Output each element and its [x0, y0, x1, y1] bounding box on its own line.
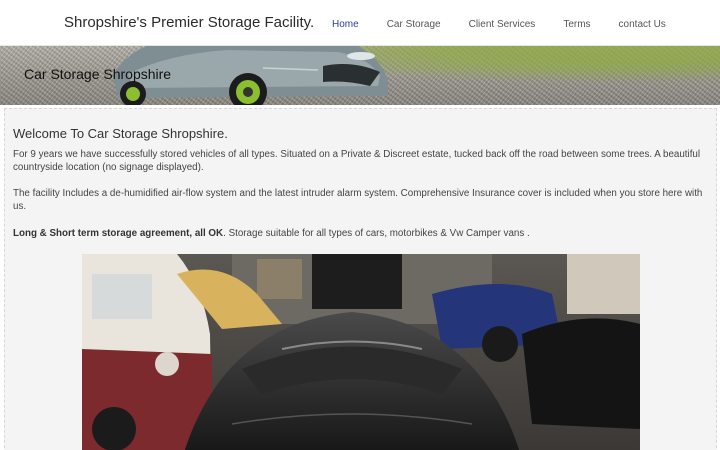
main-content: Welcome To Car Storage Shropshire. For 9… — [4, 108, 717, 450]
banner-title: Car Storage Shropshire — [24, 66, 172, 82]
hero-banner: Car Storage Shropshire — [0, 46, 720, 105]
main-nav: Home Car Storage Client Services Terms c… — [322, 19, 666, 30]
storage-paragraph: Long & Short term storage agreement, all… — [13, 227, 710, 240]
nav-client-services[interactable]: Client Services — [469, 19, 536, 30]
intro-paragraph: For 9 years we have successfully stored … — [13, 149, 701, 173]
facility-paragraph: The facility Includes a de-humidified ai… — [13, 188, 703, 212]
storage-agreement-bold: Long & Short term storage agreement, all… — [13, 228, 224, 239]
nav-home[interactable]: Home — [332, 19, 359, 30]
welcome-heading: Welcome To Car Storage Shropshire. — [13, 126, 228, 141]
nav-terms[interactable]: Terms — [563, 19, 590, 30]
site-header: Shropshire's Premier Storage Facility. H… — [0, 0, 720, 46]
storage-types-text: . Storage suitable for all types of cars… — [223, 228, 530, 239]
garage-photo — [82, 254, 640, 450]
nav-car-storage[interactable]: Car Storage — [387, 19, 441, 30]
site-title[interactable]: Shropshire's Premier Storage Facility. — [64, 14, 314, 31]
nav-contact-us[interactable]: contact Us — [619, 19, 666, 30]
garage-photo-graphic — [82, 254, 640, 450]
